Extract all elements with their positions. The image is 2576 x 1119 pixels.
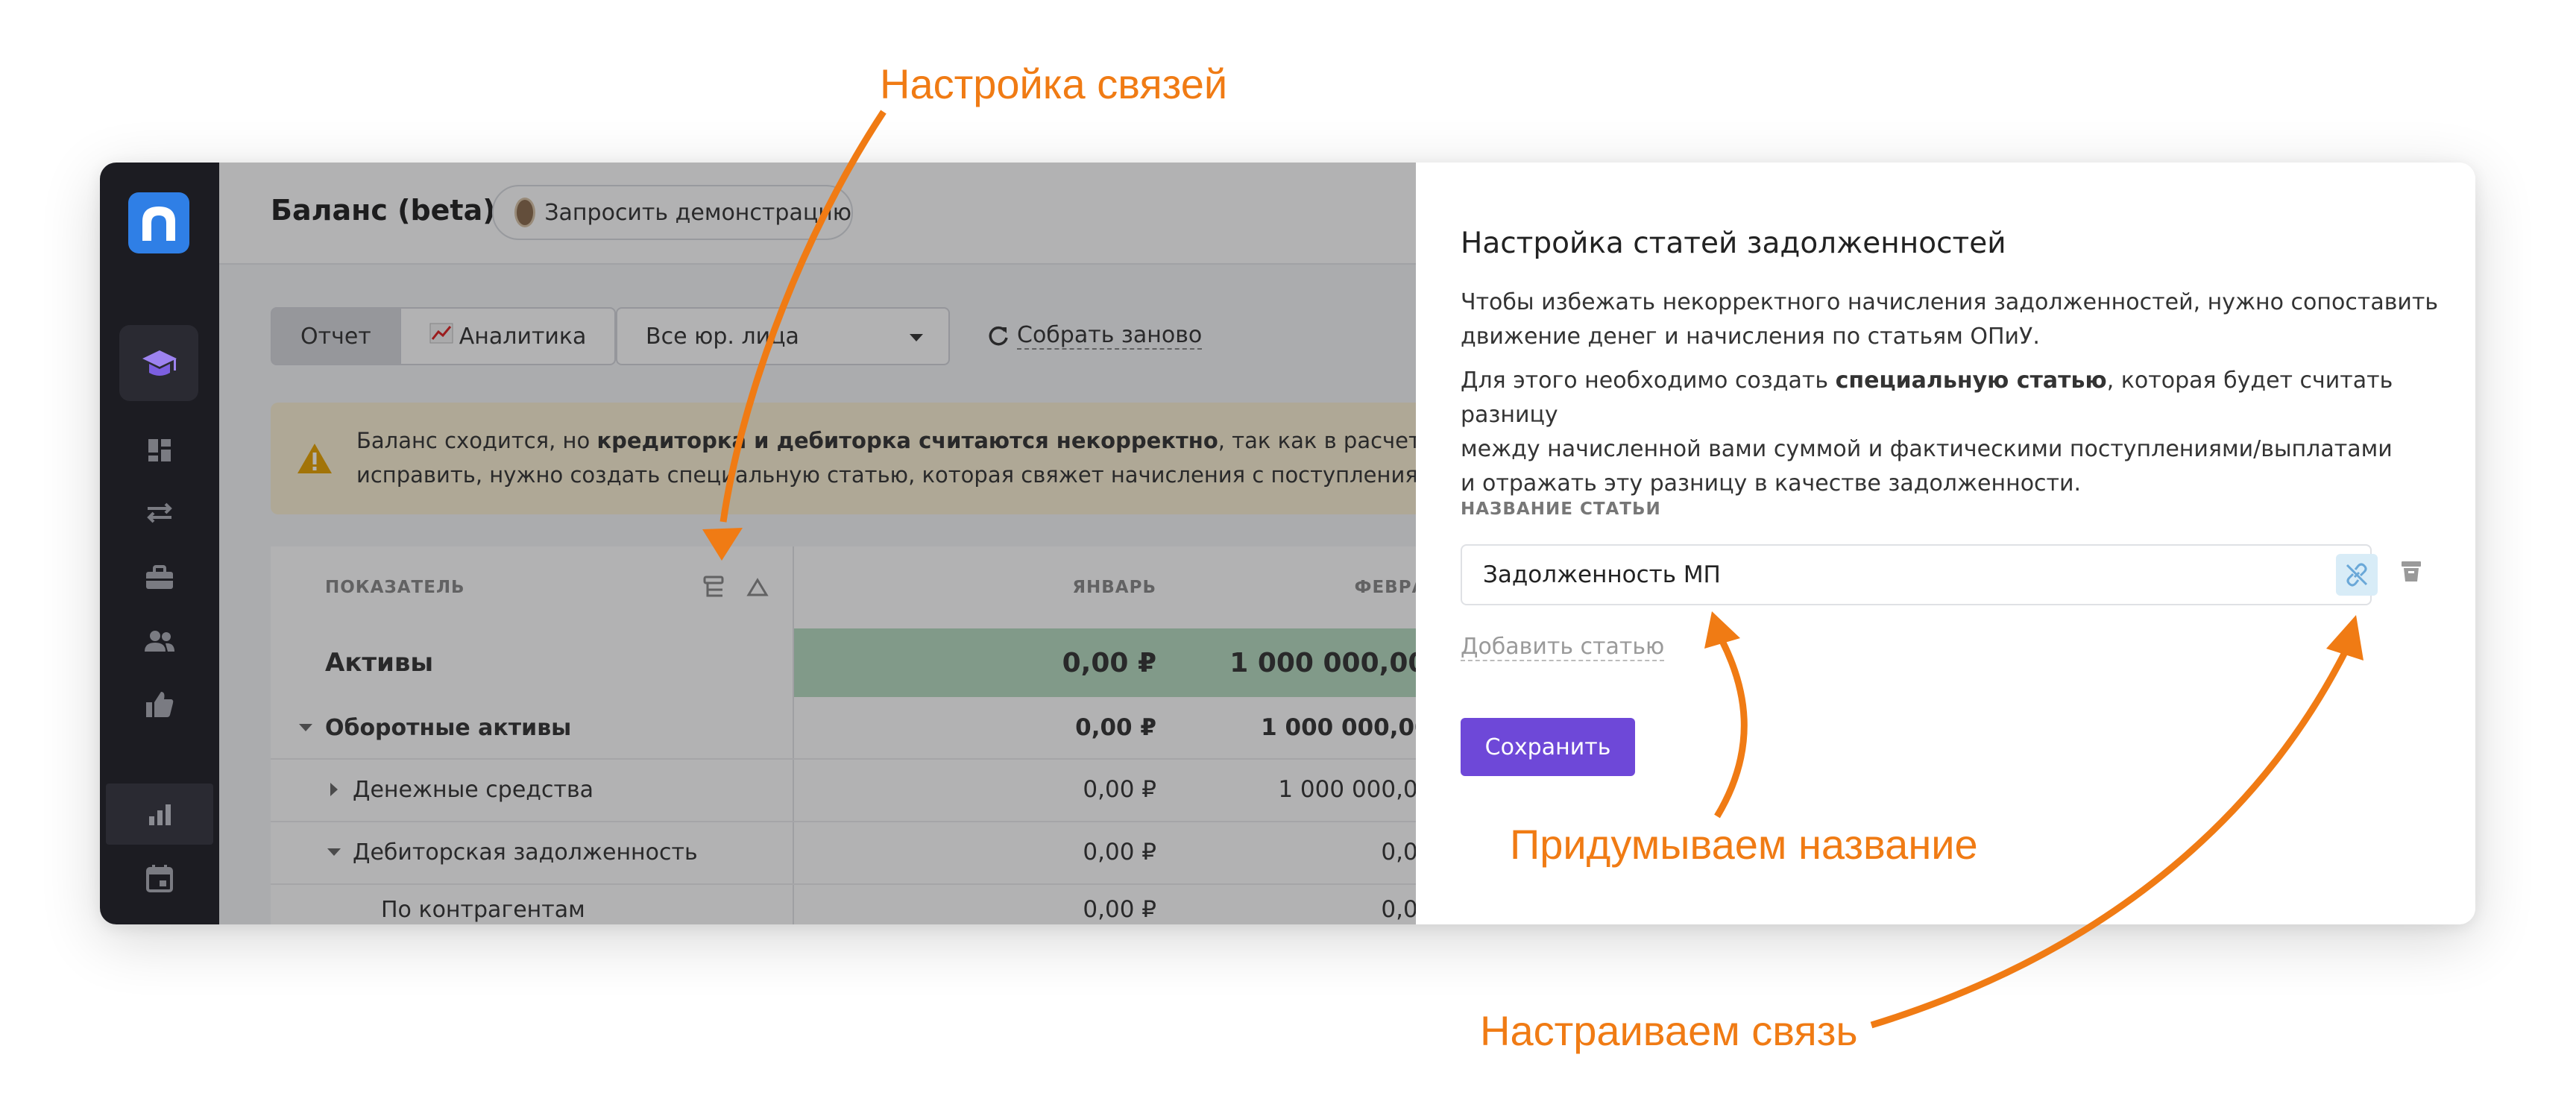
arrowhead-links-setup [702,528,743,561]
arrowhead-come-up-name [1704,611,1740,649]
annotation-arrows [702,110,2364,1029]
annotation-come-up-name: Придумываем название [1510,821,1978,868]
annotation-setup-link: Настраиваем связь [1480,1007,1858,1054]
arrow-links-setup [719,110,887,523]
arrowhead-setup-link [2326,615,2364,661]
arrow-come-up-name [1714,639,1748,819]
